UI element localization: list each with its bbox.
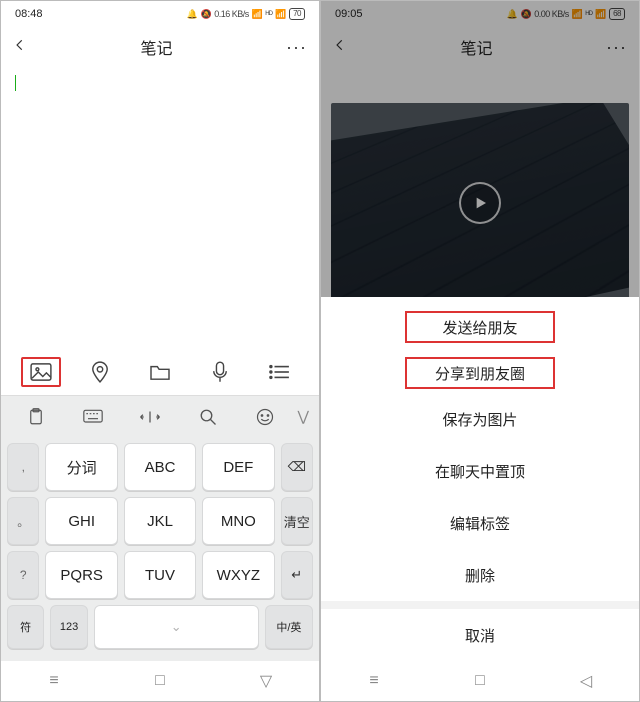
key-enter[interactable]: ↵ [281, 551, 313, 599]
key-ghi[interactable]: GHI [45, 497, 117, 545]
note-editor[interactable] [1, 67, 319, 349]
key-def[interactable]: DEF [202, 443, 274, 491]
page-title: 笔记 [27, 35, 286, 59]
action-save-image[interactable]: 保存为图片 [321, 393, 639, 445]
folder-icon[interactable] [140, 357, 180, 387]
key-wxyz[interactable]: WXYZ [202, 551, 274, 599]
keyboard-collapse-icon[interactable]: ⋁ [293, 408, 312, 425]
key-lang[interactable]: 中/英 [265, 605, 313, 649]
nav-home-icon[interactable]: □ [151, 672, 169, 690]
right-phone: 09:05 🔔🔕 0.00 KB/s 📶ᴴᴰ📶 68 笔记 ··· 发送给朋友 … [320, 0, 640, 702]
cursor-move-icon[interactable] [134, 401, 166, 433]
action-sheet: 发送给朋友 分享到朋友圈 保存为图片 在聊天中置顶 编辑标签 删除 取消 ≡ □… [321, 297, 639, 701]
nav-menu-icon[interactable]: ≡ [45, 672, 63, 690]
keyboard: , 分词 ABC DEF ⌫ 。 GHI JKL MNO 清空 ? PQRS T… [1, 437, 319, 661]
keyboard-toolbar: ⋁ [1, 395, 319, 437]
app-navbar: 笔记 ··· [1, 27, 319, 67]
nav-menu-icon[interactable]: ≡ [365, 672, 383, 690]
keyboard-switch-icon[interactable] [77, 401, 109, 433]
action-edit-tags[interactable]: 编辑标签 [321, 497, 639, 549]
nav-back-icon[interactable]: ◁ [577, 672, 595, 690]
key-backspace[interactable]: ⌫ [281, 443, 313, 491]
system-nav: ≡ □ ▽ [1, 661, 319, 701]
key-pqrs[interactable]: PQRS [45, 551, 117, 599]
action-send-friend[interactable]: 发送给朋友 [405, 311, 555, 343]
key-fenci[interactable]: 分词 [45, 443, 117, 491]
key-clear[interactable]: 清空 [281, 497, 313, 545]
back-icon[interactable] [13, 38, 27, 57]
status-indicators: 🔔🔕 0.16 KB/s 📶ᴴᴰ📶 70 [187, 8, 305, 20]
emoji-icon[interactable] [249, 401, 281, 433]
nav-back-icon[interactable]: ▽ [257, 672, 275, 690]
key-symbol[interactable]: 符 [7, 605, 44, 649]
location-icon[interactable] [80, 357, 120, 387]
key-space[interactable]: ⌄ [94, 605, 259, 649]
nav-home-icon[interactable]: □ [471, 672, 489, 690]
mic-icon[interactable] [200, 357, 240, 387]
key-abc[interactable]: ABC [124, 443, 196, 491]
action-cancel[interactable]: 取消 [321, 609, 639, 661]
system-nav: ≡ □ ◁ [321, 661, 639, 701]
key-tuv[interactable]: TUV [124, 551, 196, 599]
left-phone: 08:48 🔔🔕 0.16 KB/s 📶ᴴᴰ📶 70 笔记 ··· [0, 0, 320, 702]
action-pin-chat[interactable]: 在聊天中置顶 [321, 445, 639, 497]
key-123[interactable]: 123 [50, 605, 87, 649]
key-question[interactable]: ? [7, 551, 39, 599]
status-bar: 08:48 🔔🔕 0.16 KB/s 📶ᴴᴰ📶 70 [1, 1, 319, 27]
key-period[interactable]: 。 [7, 497, 39, 545]
list-icon[interactable] [259, 357, 299, 387]
more-icon[interactable]: ··· [286, 37, 307, 58]
image-icon[interactable] [21, 357, 61, 387]
action-share-moments[interactable]: 分享到朋友圈 [405, 357, 555, 389]
key-comma[interactable]: , [7, 443, 39, 491]
action-delete[interactable]: 删除 [321, 549, 639, 601]
editor-toolbar [1, 349, 319, 395]
key-jkl[interactable]: JKL [124, 497, 196, 545]
clipboard-icon[interactable] [20, 401, 52, 433]
text-caret [15, 75, 16, 91]
search-icon[interactable] [192, 401, 224, 433]
key-mno[interactable]: MNO [202, 497, 274, 545]
status-time: 08:48 [15, 8, 43, 20]
